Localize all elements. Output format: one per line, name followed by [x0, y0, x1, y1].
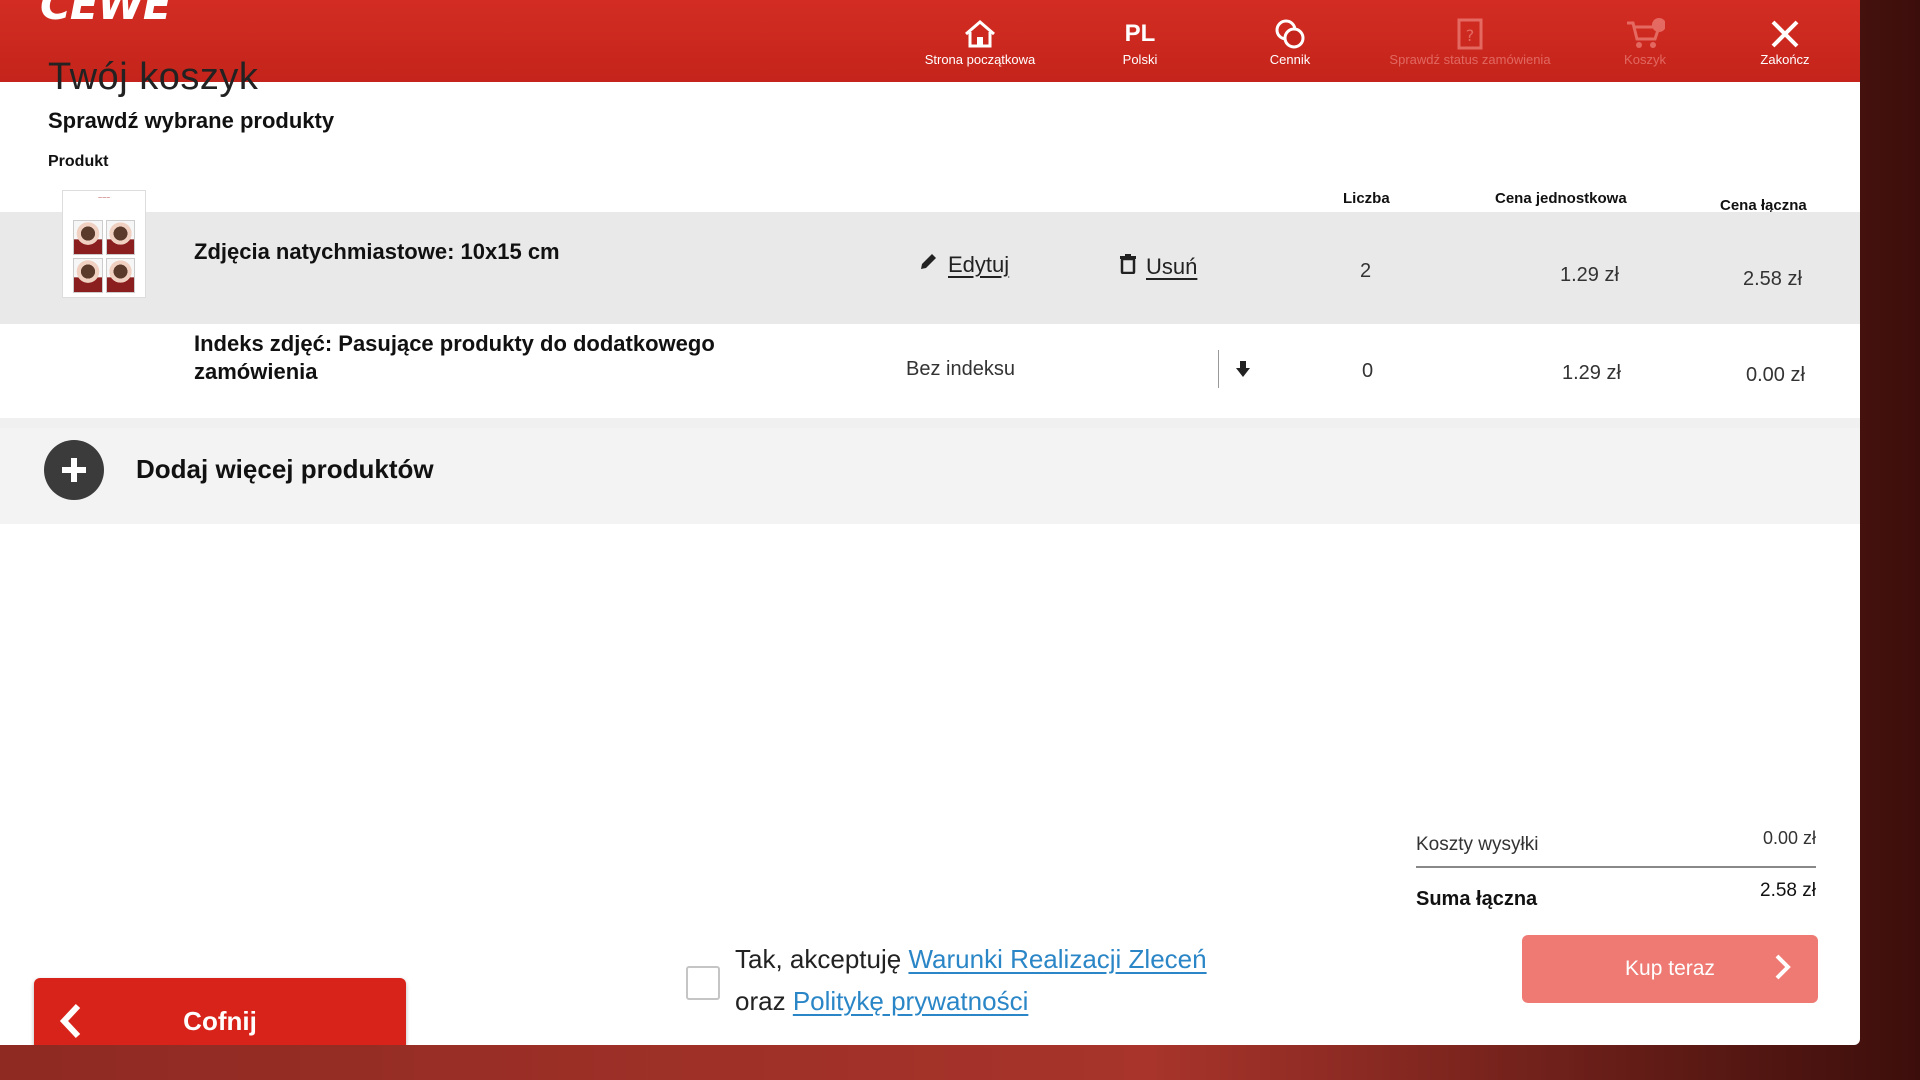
portrait-photo [105, 258, 135, 293]
column-header-quantity: Liczba [1343, 190, 1390, 207]
portrait-photo [73, 220, 103, 255]
nav-close-label: Zakończ [1760, 51, 1810, 67]
portrait-photo [73, 258, 103, 293]
nav-language[interactable]: PL Polski [1090, 0, 1190, 82]
plus-icon[interactable] [44, 440, 104, 500]
grand-total-value: 2.58 zł [1760, 880, 1816, 901]
top-nav-bar: CEWE Strona początkowa PL Polski Cennik … [0, 0, 1860, 82]
shipping-cost-value: 0.00 zł [1762, 828, 1816, 848]
product-name: Zdjęcia natychmiastowe: 10x15 cm [194, 239, 560, 264]
nav-cart[interactable]: Koszyk [1600, 0, 1690, 82]
product-name-line: Indeks zdjęć: Pasujące produkty do dodat… [194, 331, 715, 356]
product-name: Indeks zdjęć: Pasujące produkty do dodat… [194, 330, 715, 386]
cart-icon [1625, 16, 1665, 52]
nav-close[interactable]: Zakończ [1740, 0, 1830, 82]
brand-logo: CEWE [40, 0, 172, 29]
terms-conjunction: oraz [735, 986, 786, 1016]
terms-of-service-link[interactable]: Warunki Realizacji Zleceń [908, 944, 1206, 974]
portrait-photo [105, 220, 135, 255]
home-icon [963, 16, 997, 52]
shipping-cost-label: Koszty wysyłki [1416, 834, 1539, 855]
add-more-products-label[interactable]: Dodaj więcej produktów [136, 454, 434, 485]
terms-line-2: oraz Politykę prywatności [735, 986, 1028, 1017]
nav-cart-label: Koszyk [1624, 51, 1666, 67]
remove-button[interactable]: Usuń [1120, 254, 1197, 280]
index-select[interactable]: Bez indeksu [906, 350, 1266, 388]
thumbnail-caption: ~~~ [97, 195, 111, 202]
receipt-icon: ? [1456, 16, 1484, 52]
terms-prefix: Tak, akceptuję [735, 944, 902, 974]
buy-now-label: Kup teraz [1625, 957, 1715, 980]
nav-pricing[interactable]: Cennik [1240, 0, 1340, 82]
total-price-value: 0.00 zł [1746, 364, 1805, 386]
quantity-value: 2 [1360, 260, 1372, 282]
nav-language-label: Polski [1122, 51, 1158, 67]
column-header-unit-price: Cena jednostkowa [1495, 190, 1627, 207]
svg-text:?: ? [1466, 26, 1475, 45]
page-subtitle: Sprawdź wybrane produkty [48, 108, 335, 133]
nav-home-label: Strona początkowa [924, 51, 1036, 67]
nav-order-status-label: Sprawdź status zamówienia [1389, 51, 1551, 67]
nav-home[interactable]: Strona początkowa [910, 0, 1050, 82]
trash-icon [1120, 254, 1136, 280]
unit-price-value: 1.29 zł [1562, 362, 1621, 384]
terms-line-1: Tak, akceptuję Warunki Realizacji Zleceń [735, 944, 1207, 975]
edit-button[interactable]: Edytuj [918, 252, 1009, 278]
back-button[interactable]: Cofnij [34, 978, 406, 1045]
grand-total-label: Suma łączna [1416, 888, 1538, 910]
privacy-policy-link[interactable]: Politykę prywatności [793, 986, 1029, 1016]
summary-divider [1416, 866, 1816, 868]
coins-icon [1273, 16, 1307, 52]
remove-label: Usuń [1146, 254, 1198, 279]
back-label: Cofnij [183, 1005, 257, 1036]
pencil-icon [918, 252, 938, 278]
arrow-down-icon[interactable] [1218, 350, 1266, 388]
chevron-left-icon [58, 1002, 84, 1045]
kiosk-screen: CEWE Strona początkowa PL Polski Cennik … [0, 0, 1860, 1045]
product-thumbnail: ~~~ [62, 190, 146, 298]
language-code: PL [1124, 19, 1156, 47]
product-name-line: zamówienia [194, 359, 318, 384]
accept-terms-checkbox[interactable] [686, 966, 720, 1000]
nav-order-status[interactable]: ? Sprawdź status zamówienia [1380, 0, 1560, 82]
unit-price-value: 1.29 zł [1560, 264, 1619, 286]
quantity-value: 0 [1362, 360, 1374, 382]
column-header-product: Produkt [48, 153, 109, 170]
close-icon [1769, 16, 1801, 52]
total-price-value: 2.58 zł [1743, 268, 1802, 290]
buy-now-button[interactable]: Kup teraz [1522, 935, 1818, 1003]
nav-pricing-label: Cennik [1269, 51, 1311, 67]
index-select-value: Bez indeksu [906, 357, 1015, 380]
edit-label: Edytuj [948, 252, 1010, 277]
page-title: Twój koszyk [48, 56, 259, 98]
chevron-right-icon [1774, 953, 1792, 987]
